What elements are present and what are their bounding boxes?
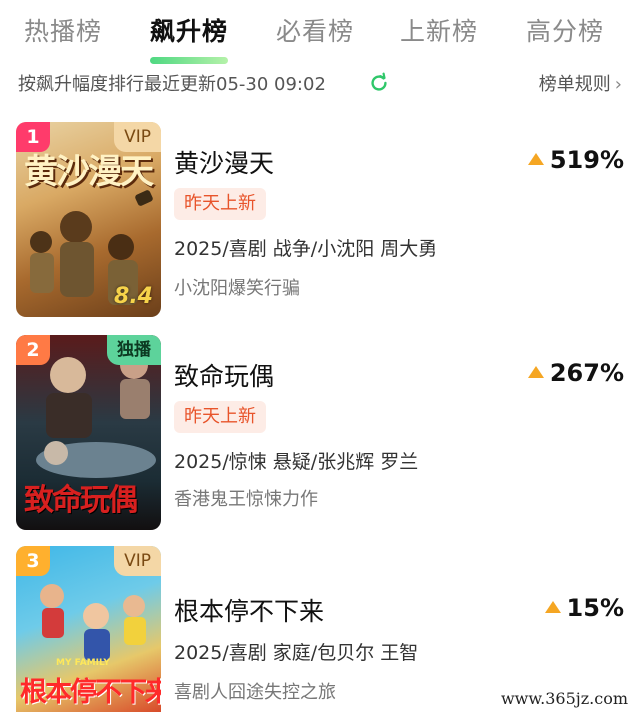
tab-new[interactable]: 上新榜 bbox=[400, 12, 478, 48]
tab-must-watch[interactable]: 必看榜 bbox=[276, 12, 354, 48]
active-tab-indicator bbox=[150, 57, 229, 64]
vip-badge: VIP bbox=[114, 122, 161, 152]
refresh-icon[interactable] bbox=[368, 72, 390, 94]
tab-high-score[interactable]: 高分榜 bbox=[526, 12, 604, 48]
ranking-item[interactable]: 致命玩偶 2 独播 致命玩偶 267% 昨天上新 2025/惊悚 悬疑/张兆辉 … bbox=[0, 335, 640, 535]
ranking-rules-label: 榜单规则 bbox=[538, 74, 611, 95]
new-release-tag: 昨天上新 bbox=[174, 401, 266, 433]
trend-up-icon bbox=[527, 366, 544, 378]
new-release-tag: 昨天上新 bbox=[174, 188, 266, 220]
rank-badge: 2 bbox=[16, 335, 50, 365]
item-description: 香港鬼王惊悚力作 bbox=[174, 489, 318, 510]
ranking-tabs: 热播榜 飙升榜 必看榜 上新榜 高分榜 bbox=[0, 0, 640, 64]
poster-image[interactable]: 致命玩偶 2 独播 bbox=[16, 335, 161, 530]
item-description: 喜剧人囧途失控之旅 bbox=[174, 682, 336, 703]
ranking-item[interactable]: 黄沙漫天 1 VIP 8.4 黄沙漫天 519% 昨天上新 2025/喜剧 战争… bbox=[0, 122, 640, 322]
rise-percentage: 15% bbox=[544, 594, 624, 622]
item-title[interactable]: 致命玩偶 bbox=[174, 357, 274, 393]
rise-percentage: 267% bbox=[527, 359, 624, 387]
poster-caption: MY FAMILY bbox=[56, 658, 110, 668]
trend-up-icon bbox=[544, 601, 561, 613]
tab-rising[interactable]: 飙升榜 bbox=[150, 12, 229, 64]
poster-title: 根本停不下来 bbox=[20, 677, 161, 708]
item-description: 小沈阳爆笑行骗 bbox=[174, 278, 300, 299]
item-meta: 2025/惊悚 悬疑/张兆辉 罗兰 bbox=[174, 451, 419, 473]
rank-badge: 3 bbox=[16, 546, 50, 576]
rise-percentage: 519% bbox=[527, 146, 624, 174]
item-title[interactable]: 根本停不下来 bbox=[174, 592, 324, 628]
tab-hot[interactable]: 热播榜 bbox=[24, 12, 102, 48]
trend-up-icon bbox=[527, 153, 544, 165]
poster-title: 致命玩偶 bbox=[24, 483, 138, 518]
vip-badge: VIP bbox=[114, 546, 161, 576]
score-label: 8.4 bbox=[114, 284, 153, 309]
exclusive-badge: 独播 bbox=[107, 335, 161, 365]
chevron-right-icon: › bbox=[614, 74, 622, 95]
rank-badge: 1 bbox=[16, 122, 50, 152]
ranking-rules-link[interactable]: 榜单规则 › bbox=[539, 70, 622, 96]
ranking-item[interactable]: MY FAMILY 根本停不下来 3 VIP 根本停不下来 15% 2025/喜… bbox=[0, 546, 640, 712]
poster-image[interactable]: MY FAMILY 根本停不下来 3 VIP bbox=[16, 546, 161, 712]
site-watermark: www.365jz.com bbox=[496, 689, 632, 708]
poster-image[interactable]: 黄沙漫天 1 VIP 8.4 bbox=[16, 122, 161, 317]
item-title[interactable]: 黄沙漫天 bbox=[174, 144, 274, 180]
item-meta: 2025/喜剧 家庭/包贝尔 王智 bbox=[174, 642, 419, 664]
sort-description: 按飙升幅度排行最近更新05-30 09:02 bbox=[18, 74, 326, 95]
sort-bar: 按飙升幅度排行最近更新05-30 09:02 榜单规则 › bbox=[0, 68, 640, 100]
item-meta: 2025/喜剧 战争/小沈阳 周大勇 bbox=[174, 238, 438, 260]
